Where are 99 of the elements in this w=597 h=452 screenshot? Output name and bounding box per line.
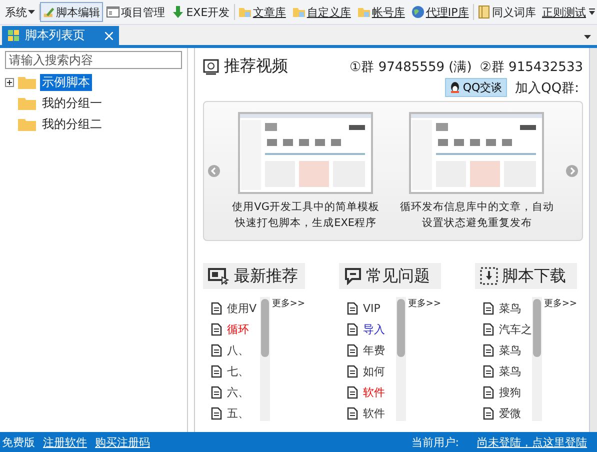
toolbar-button[interactable]: 脚本编辑 (40, 2, 104, 22)
article-link[interactable]: 导入 (363, 322, 385, 336)
document-icon (347, 406, 358, 420)
document-icon (211, 364, 222, 378)
section-title: 脚本下载 (502, 266, 566, 286)
article-link[interactable]: 如何 (363, 364, 385, 378)
article-link[interactable]: VIP (363, 302, 380, 314)
document-icon (211, 344, 222, 356)
tree-item[interactable]: 我的分组二 (40, 116, 104, 133)
toolbar-button[interactable]: 正则测试 (538, 2, 589, 22)
video-caption: 设置状态避免重复发布 (422, 216, 532, 230)
document-icon (347, 322, 358, 336)
pencil-icon (43, 6, 56, 18)
section-title: 推荐视频 (224, 56, 288, 77)
qq-chat-button[interactable]: QQ交谈 (444, 78, 508, 97)
section-title: 常见问题 (366, 266, 430, 286)
document-icon (347, 364, 358, 378)
user-label: 当前用户: (411, 434, 459, 450)
article-link[interactable]: 使用V (227, 300, 257, 316)
edition-label: 免费版 (2, 434, 35, 450)
toolbar-button[interactable]: EXE开发 (168, 2, 233, 22)
document-icon (211, 302, 222, 314)
join-qq-label: 加入QQ群: (515, 80, 579, 96)
document-icon (483, 322, 494, 336)
article-link[interactable]: 循环 (227, 322, 249, 336)
article-link[interactable]: 八、 (227, 342, 249, 358)
status-link[interactable]: 注册软件 (43, 434, 87, 450)
more-link[interactable]: 更多>> (408, 297, 441, 421)
penguin-icon (450, 82, 460, 93)
toolbar-button[interactable]: 文章库 (234, 2, 289, 22)
previous-icon[interactable] (208, 165, 220, 177)
folder-icon (18, 97, 36, 110)
article-link[interactable]: 软件 (363, 406, 385, 420)
chat-icon (344, 267, 362, 285)
folder-icon (292, 5, 306, 19)
article-link[interactable]: 软件 (363, 384, 385, 400)
scrollbar[interactable] (260, 297, 270, 421)
document-icon (483, 406, 494, 420)
more-link[interactable]: 更多>> (272, 297, 305, 421)
caret-icon[interactable] (584, 35, 591, 39)
overflow-icon[interactable] (589, 8, 595, 16)
article-link[interactable]: 五、 (227, 406, 249, 420)
globe-icon (410, 5, 425, 19)
next-icon[interactable] (566, 165, 578, 177)
document-icon (483, 386, 494, 398)
monitor-icon (208, 267, 230, 285)
tab[interactable]: 脚本列表页 (2, 26, 119, 45)
article-link[interactable]: 七、 (227, 364, 249, 378)
download-icon (171, 5, 186, 19)
book-icon (476, 5, 491, 19)
document-icon (347, 302, 358, 314)
toolbar-button[interactable]: 代理IP库 (408, 2, 472, 22)
tree-item[interactable]: 示例脚本 (40, 74, 92, 91)
article-link[interactable]: 菜鸟 (499, 300, 521, 316)
video-caption: 循环发布信息库中的文章，自动 (400, 200, 554, 214)
download-icon (480, 267, 498, 285)
video-icon (203, 58, 219, 74)
toolbar-button[interactable]: 同义词库 (474, 2, 539, 22)
document-icon (211, 406, 222, 420)
status-link[interactable]: 购买注册码 (95, 434, 150, 450)
document-icon (211, 322, 222, 336)
grid-icon (8, 30, 19, 41)
expand-icon[interactable] (5, 78, 14, 87)
document-icon (347, 344, 358, 356)
article-link[interactable]: 汽车之 (499, 322, 532, 336)
qq-group-number: ①群 97485559 (满) (350, 58, 472, 76)
folder-icon (238, 5, 252, 19)
article-link[interactable]: 菜鸟 (499, 364, 521, 378)
article-link[interactable]: 菜鸟 (499, 342, 521, 358)
document-icon (483, 302, 494, 314)
login-link[interactable]: 尚未登陆，点这里登陆 (477, 434, 587, 450)
system-menu[interactable]: 系统 (2, 2, 38, 22)
article-link[interactable]: 搜狗 (499, 384, 521, 400)
scrollbar[interactable] (590, 48, 597, 432)
scrollbar[interactable] (396, 297, 406, 421)
qq-group-number: ②群 915432533 (480, 58, 583, 76)
document-icon (483, 344, 494, 356)
document-icon (347, 386, 358, 398)
video-caption: 快速打包脚本，生成EXE程序 (235, 216, 377, 230)
toolbar-button[interactable]: 自定义库 (288, 2, 354, 22)
article-link[interactable]: 爱微 (499, 406, 521, 420)
caret-icon (28, 10, 35, 14)
tree-item[interactable]: 我的分组一 (40, 95, 104, 112)
video-caption: 使用VG开发工具中的简单模板 (232, 200, 380, 214)
folder-icon (18, 118, 36, 131)
close-icon[interactable] (105, 32, 113, 40)
article-link[interactable]: 六、 (227, 384, 249, 400)
toolbar-button[interactable]: 帐号库 (354, 2, 408, 22)
window-icon (106, 5, 120, 19)
document-icon (483, 364, 494, 378)
more-link[interactable]: 更多>> (544, 297, 577, 421)
scrollbar[interactable] (532, 297, 542, 421)
document-icon (211, 386, 222, 398)
folder-icon (18, 76, 36, 89)
search-field[interactable]: 请输入搜索内容 (5, 51, 182, 69)
section-title: 最新推荐 (234, 266, 298, 286)
folder-icon (356, 5, 371, 19)
article-link[interactable]: 年费 (363, 342, 385, 358)
toolbar-button[interactable]: 项目管理 (103, 2, 168, 22)
